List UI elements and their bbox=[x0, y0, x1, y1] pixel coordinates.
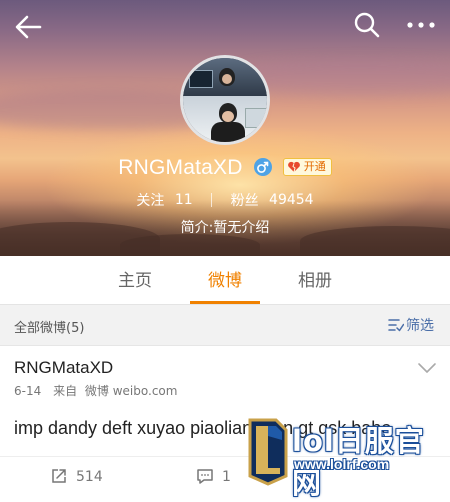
profile-tabs: 主页 微博 相册 bbox=[0, 256, 450, 305]
lol-logo-icon bbox=[248, 418, 288, 486]
more-button[interactable] bbox=[404, 12, 438, 38]
search-icon bbox=[354, 12, 380, 38]
avatar[interactable] bbox=[180, 55, 270, 145]
chevron-down-icon bbox=[418, 363, 436, 373]
following-count: 11 bbox=[174, 192, 193, 208]
watermark-url: www.lolrf.com bbox=[294, 456, 390, 472]
tab-album[interactable]: 相册 bbox=[280, 256, 350, 304]
post-menu-button[interactable] bbox=[416, 360, 438, 374]
username: RNGMataXD bbox=[118, 156, 243, 179]
bio-text: 简介:暂无介绍 bbox=[180, 220, 270, 236]
vip-badge[interactable]: 开通 bbox=[282, 158, 332, 176]
post-date: 6-14 bbox=[14, 384, 42, 398]
following-stat[interactable]: 关注 11 bbox=[136, 192, 197, 209]
repost-button[interactable]: 514 bbox=[50, 467, 103, 485]
filter-button[interactable]: 筛选 bbox=[388, 315, 434, 335]
stats-row: 关注 11 粉丝 49454 bbox=[0, 190, 450, 210]
fans-stat[interactable]: 粉丝 49454 bbox=[230, 192, 314, 209]
filter-bar: 全部微博(5) 筛选 bbox=[0, 305, 450, 346]
post-source-prefix: 来自 bbox=[53, 384, 78, 398]
broken-heart-icon bbox=[287, 161, 300, 173]
post-source[interactable]: 微博 weibo.com bbox=[85, 384, 178, 398]
profile-cover: RNGMataXD 开通 关注 11 粉丝 49454 简介:暂无介绍 bbox=[0, 0, 450, 256]
following-label: 关注 bbox=[136, 193, 165, 209]
repost-count: 514 bbox=[76, 469, 103, 485]
more-dots-icon bbox=[407, 22, 435, 28]
fans-count: 49454 bbox=[269, 192, 314, 208]
top-bar bbox=[0, 0, 450, 52]
tab-weibo[interactable]: 微博 bbox=[190, 256, 260, 304]
male-icon bbox=[253, 158, 272, 176]
back-button[interactable] bbox=[12, 10, 46, 44]
repost-icon bbox=[52, 469, 66, 483]
comment-icon bbox=[197, 469, 213, 484]
comment-button[interactable]: 1 bbox=[196, 467, 231, 485]
post-meta: 6-14 来自 微博 weibo.com bbox=[14, 382, 177, 399]
arrow-left-icon bbox=[15, 15, 42, 39]
filter-label: 筛选 bbox=[406, 318, 434, 334]
fans-label: 粉丝 bbox=[230, 193, 259, 209]
all-posts-count: 全部微博(5) bbox=[14, 321, 85, 336]
comment-count: 1 bbox=[222, 469, 231, 485]
divider bbox=[211, 193, 213, 207]
tab-home[interactable]: 主页 bbox=[100, 256, 170, 304]
post-author[interactable]: RNGMataXD bbox=[14, 358, 113, 378]
vip-label: 开通 bbox=[303, 160, 326, 173]
search-button[interactable] bbox=[352, 10, 382, 40]
name-row: RNGMataXD 开通 bbox=[0, 156, 450, 184]
watermark: lol日服官网 www.lolrf.com bbox=[246, 416, 446, 500]
filter-icon bbox=[388, 319, 404, 332]
